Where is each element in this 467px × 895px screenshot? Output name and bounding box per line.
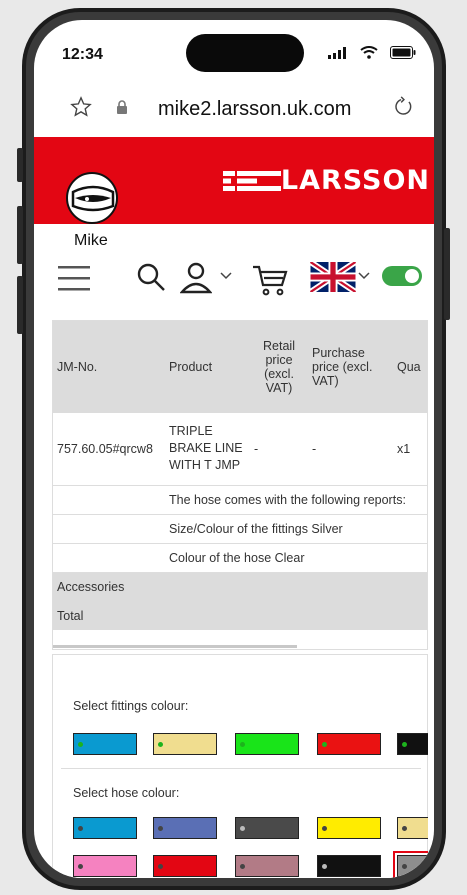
chevron-down-icon[interactable]	[220, 272, 232, 280]
logo-text: LARSSON	[280, 165, 430, 196]
swatch-dot	[402, 742, 407, 747]
swatch-dot	[78, 864, 83, 869]
user-avatar[interactable]	[66, 172, 118, 224]
fittings-colour-swatch[interactable]	[235, 733, 299, 755]
header-purchase-price: Purchase price (excl. VAT)	[312, 346, 373, 388]
status-icons	[328, 46, 416, 59]
swatch-dot	[402, 826, 407, 831]
total-row: Total	[53, 601, 427, 630]
swatch-dot	[240, 826, 245, 831]
swatch-dot	[322, 742, 327, 747]
hose-colour-swatch[interactable]	[393, 851, 428, 878]
hose-colour-swatch[interactable]	[235, 817, 299, 839]
horizontal-scrollbar[interactable]	[53, 645, 297, 648]
vat-toggle[interactable]	[382, 266, 422, 286]
swatch-dot	[78, 742, 83, 747]
fittings-colour-swatch[interactable]	[397, 733, 428, 755]
favorite-star-icon[interactable]	[70, 96, 92, 118]
note-row: Size/Colour of the fittings Silver	[53, 514, 427, 543]
swatch-dot	[402, 864, 407, 869]
dynamic-island	[186, 34, 304, 72]
account-icon[interactable]	[180, 262, 212, 294]
accessories-row: Accessories	[53, 572, 427, 601]
volume-down-button	[17, 276, 23, 334]
divider	[61, 768, 421, 769]
header-jm-no: JM-No.	[57, 360, 98, 374]
fittings-colour-swatch[interactable]	[153, 733, 217, 755]
uk-flag-icon[interactable]	[310, 262, 356, 292]
colour-selection-panel: Select fittings colour: Select hose colo…	[52, 654, 428, 878]
hose-colour-swatch[interactable]	[235, 855, 299, 877]
note-reports: The hose comes with the following report…	[169, 492, 406, 507]
accessories-label: Accessories	[57, 579, 125, 594]
cart-icon[interactable]	[252, 264, 288, 296]
toggle-knob	[405, 269, 419, 283]
fittings-colour-swatch[interactable]	[317, 733, 381, 755]
signal-icon	[328, 46, 346, 59]
total-label: Total	[57, 608, 84, 623]
browser-address-bar[interactable]: mike2.larsson.uk.com	[34, 82, 434, 134]
note-row: Colour of the hose Clear	[53, 543, 427, 572]
volume-up-button	[17, 206, 23, 264]
hose-colour-swatch[interactable]	[317, 817, 381, 839]
nav-toolbar	[34, 258, 434, 300]
hose-colour-swatch[interactable]	[153, 855, 217, 877]
header-quantity: Qua	[397, 360, 421, 374]
hose-colour-swatch[interactable]	[397, 817, 428, 839]
note-hose: Colour of the hose Clear	[169, 550, 305, 565]
table-header-row: JM-No. Product Retail price (excl. VAT) …	[53, 321, 427, 413]
swatch-dot	[240, 742, 245, 747]
page-content: JM-No. Product Retail price (excl. VAT) …	[52, 320, 428, 878]
table-row: 757.60.05#qrcw8 TRIPLE BRAKE LINE WITH T…	[53, 413, 427, 485]
hamburger-menu-icon[interactable]	[58, 264, 90, 292]
url-text[interactable]: mike2.larsson.uk.com	[158, 98, 351, 121]
row-jm-no: 757.60.05#qrcw8	[57, 441, 153, 456]
screen: 12:34 mike2.larsson.uk.com LARSSON Mike …	[34, 20, 434, 878]
swatch-dot	[240, 864, 245, 869]
user-name: Mike	[74, 232, 108, 249]
hose-colour-swatch[interactable]	[317, 855, 381, 877]
swatch-dot	[322, 864, 327, 869]
power-button	[444, 228, 450, 320]
header-retail-price: Retail price (excl. VAT)	[263, 339, 295, 395]
header-product: Product	[169, 360, 213, 374]
larsson-logo-mark	[222, 170, 281, 191]
row-qty: x1	[397, 441, 411, 456]
note-row: The hose comes with the following report…	[53, 485, 427, 514]
fittings-colour-swatch[interactable]	[73, 733, 137, 755]
wifi-icon	[360, 46, 378, 59]
hose-colour-swatch[interactable]	[73, 855, 137, 877]
fittings-colour-label: Select fittings colour:	[73, 699, 189, 713]
battery-icon	[390, 46, 416, 59]
mute-switch	[17, 148, 23, 182]
lock-icon	[117, 100, 127, 114]
order-table-panel: JM-No. Product Retail price (excl. VAT) …	[52, 320, 428, 650]
row-product: TRIPLE BRAKE LINE WITH T JMP	[169, 424, 243, 473]
larsson-logo[interactable]: LARSSON	[222, 165, 430, 196]
row-purchase: -	[312, 441, 317, 456]
swatch-dot	[158, 864, 163, 869]
swatch-dot	[158, 826, 163, 831]
language-chevron-icon[interactable]	[358, 272, 370, 280]
note-fittings: Size/Colour of the fittings Silver	[169, 521, 343, 536]
swatch-dot	[78, 826, 83, 831]
order-table: JM-No. Product Retail price (excl. VAT) …	[53, 321, 427, 630]
status-time: 12:34	[62, 46, 103, 63]
swatch-dot	[322, 826, 327, 831]
reload-icon[interactable]	[392, 96, 414, 118]
hose-colour-label: Select hose colour:	[73, 786, 180, 800]
search-icon[interactable]	[136, 262, 166, 292]
helmet-icon	[71, 185, 115, 212]
row-retail: -	[254, 441, 259, 456]
swatch-dot	[158, 742, 163, 747]
hose-colour-swatch[interactable]	[73, 817, 137, 839]
hose-colour-swatch[interactable]	[153, 817, 217, 839]
